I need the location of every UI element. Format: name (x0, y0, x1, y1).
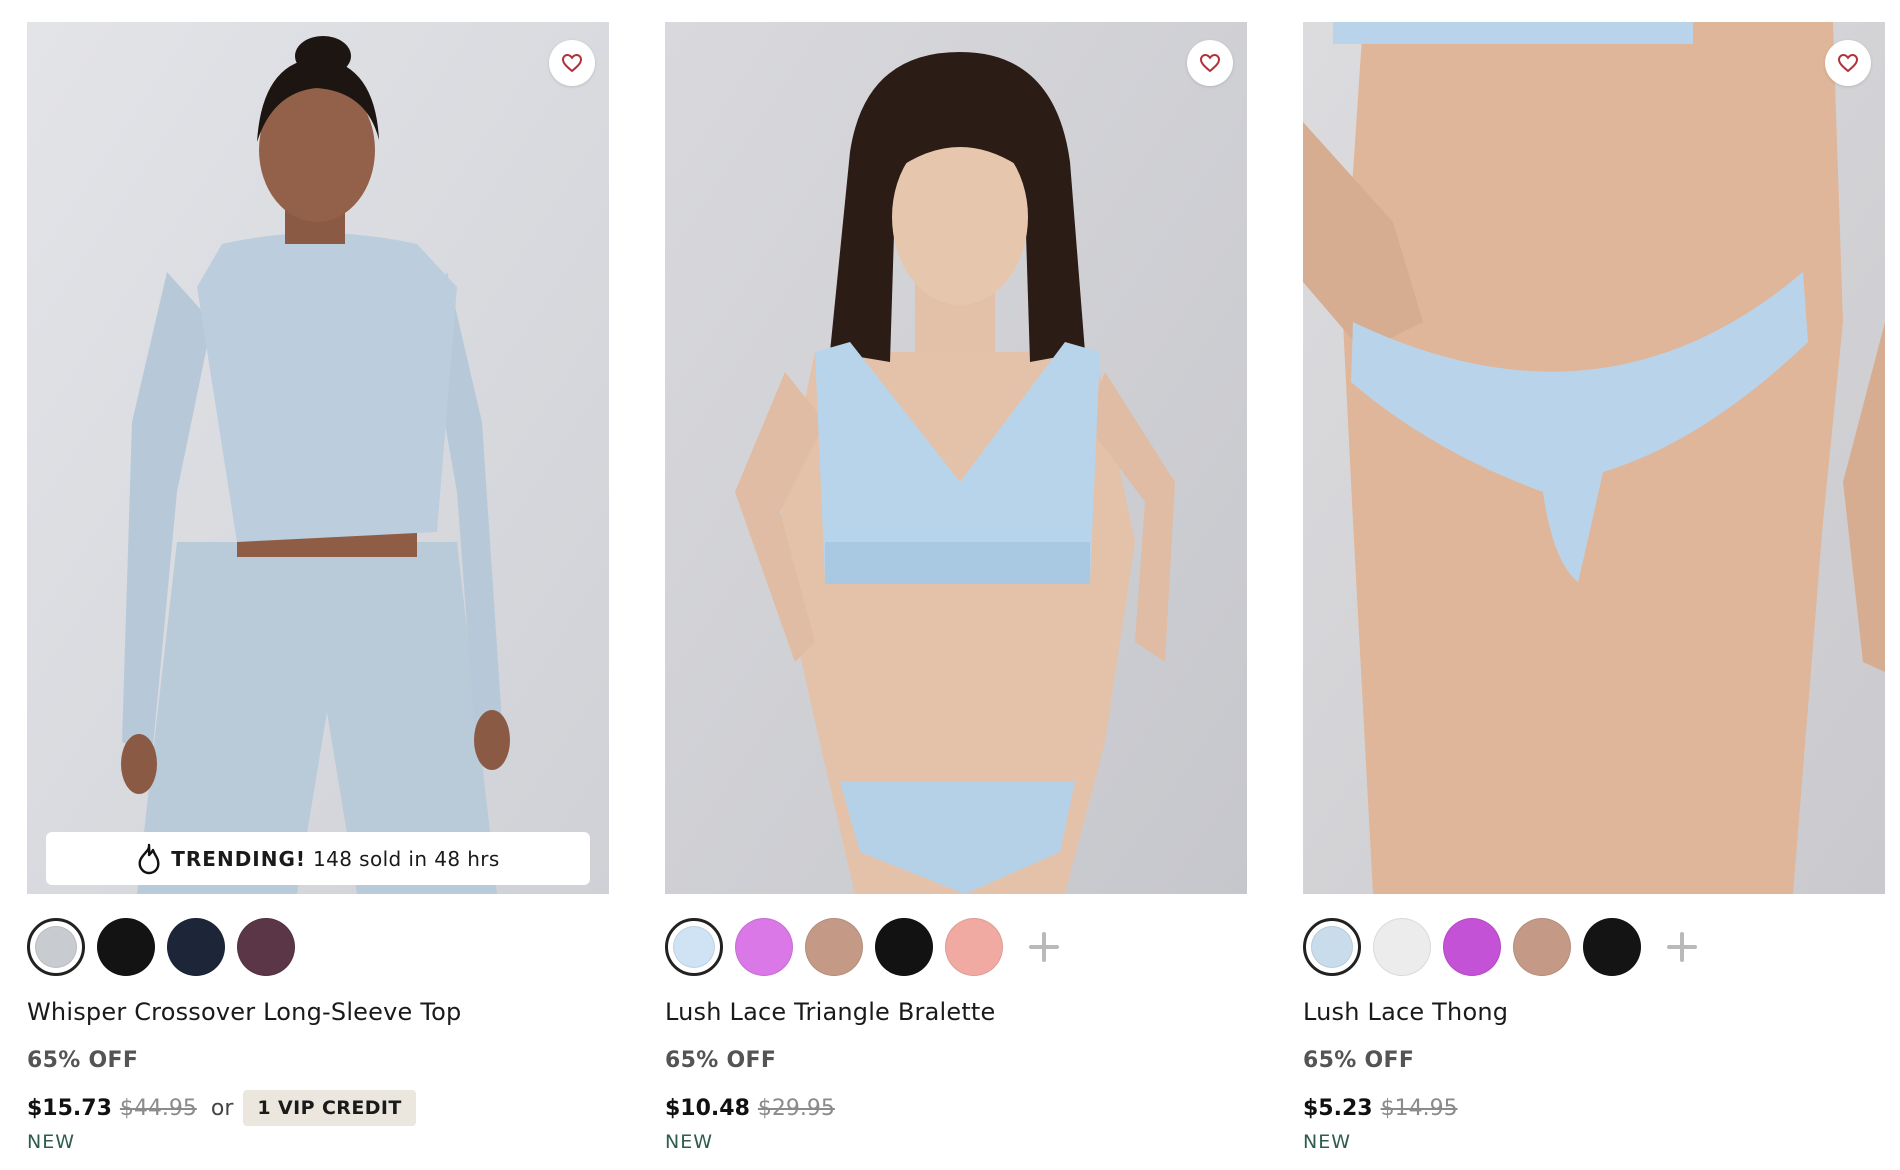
swatch-color (1311, 926, 1353, 968)
swatch-color (1373, 918, 1431, 976)
vip-credit-badge: 1 VIP CREDIT (243, 1090, 416, 1126)
product-card[interactable]: Lush Lace Triangle Bralette 65% OFF $10.… (665, 22, 1247, 1153)
model-photo (1303, 22, 1885, 894)
swatch-color (1583, 918, 1641, 976)
product-grid: TRENDING! 148 sold in 48 hrs Whisper Cro… (0, 0, 1900, 1170)
or-text: or (210, 1095, 234, 1121)
price-line: $15.73 $44.95 or 1 VIP CREDIT (27, 1089, 609, 1127)
color-swatch-light-blue[interactable] (1303, 918, 1361, 976)
swatch-color (673, 926, 715, 968)
swatch-color (237, 918, 295, 976)
new-badge: NEW (1303, 1131, 1352, 1153)
sale-price: $15.73 (27, 1095, 112, 1121)
color-swatch-plum[interactable] (237, 918, 295, 976)
color-swatch-white[interactable] (1373, 918, 1431, 976)
discount-label: 65% OFF (665, 1048, 777, 1073)
sale-price: $5.23 (1303, 1095, 1373, 1121)
swatch-color (805, 918, 863, 976)
color-swatch-gray[interactable] (27, 918, 85, 976)
color-swatch-nude[interactable] (1513, 918, 1571, 976)
more-colors-button[interactable] (1653, 918, 1711, 976)
trending-banner: TRENDING! 148 sold in 48 hrs (46, 832, 590, 885)
original-price: $14.95 (1380, 1095, 1458, 1121)
discount-label: 65% OFF (27, 1048, 139, 1073)
heart-icon (1837, 53, 1859, 73)
color-swatches (1303, 916, 1885, 978)
color-swatch-black[interactable] (97, 918, 155, 976)
product-image[interactable]: TRENDING! 148 sold in 48 hrs (27, 22, 609, 894)
color-swatch-light-blue[interactable] (665, 918, 723, 976)
swatch-color (735, 918, 793, 976)
product-image[interactable] (1303, 22, 1885, 894)
new-badge: NEW (27, 1131, 76, 1153)
trending-text: 148 sold in 48 hrs (313, 846, 500, 871)
color-swatch-magenta[interactable] (1443, 918, 1501, 976)
discount-label: 65% OFF (1303, 1048, 1415, 1073)
product-name[interactable]: Lush Lace Triangle Bralette (665, 998, 1247, 1026)
favorite-button[interactable] (549, 40, 595, 86)
original-price: $29.95 (757, 1095, 835, 1121)
heart-icon (561, 53, 583, 73)
trending-label: TRENDING! (171, 846, 307, 871)
model-photo (27, 22, 609, 894)
swatch-color (875, 918, 933, 976)
color-swatch-black[interactable] (875, 918, 933, 976)
swatch-color (1513, 918, 1571, 976)
original-price: $44.95 (119, 1095, 197, 1121)
swatch-color (167, 918, 225, 976)
plus-icon (1667, 932, 1697, 962)
color-swatch-navy[interactable] (167, 918, 225, 976)
favorite-button[interactable] (1187, 40, 1233, 86)
flame-icon (138, 843, 160, 874)
heart-icon (1199, 53, 1221, 73)
plus-icon (1029, 932, 1059, 962)
swatch-color (945, 918, 1003, 976)
color-swatches (665, 916, 1247, 978)
favorite-button[interactable] (1825, 40, 1871, 86)
product-card[interactable]: TRENDING! 148 sold in 48 hrs Whisper Cro… (27, 22, 609, 1153)
product-card[interactable]: Lush Lace Thong 65% OFF $5.23 $14.95 NEW (1303, 22, 1885, 1153)
sale-price: $10.48 (665, 1095, 750, 1121)
swatch-color (35, 926, 77, 968)
model-photo (665, 22, 1247, 894)
new-badge: NEW (665, 1131, 714, 1153)
color-swatch-orchid[interactable] (735, 918, 793, 976)
color-swatches (27, 916, 609, 978)
color-swatch-nude[interactable] (805, 918, 863, 976)
product-name[interactable]: Lush Lace Thong (1303, 998, 1885, 1026)
product-name[interactable]: Whisper Crossover Long-Sleeve Top (27, 998, 609, 1026)
swatch-color (1443, 918, 1501, 976)
product-image[interactable] (665, 22, 1247, 894)
more-colors-button[interactable] (1015, 918, 1073, 976)
color-swatch-black[interactable] (1583, 918, 1641, 976)
price-line: $10.48 $29.95 (665, 1089, 1247, 1127)
price-line: $5.23 $14.95 (1303, 1089, 1885, 1127)
swatch-color (97, 918, 155, 976)
color-swatch-peach[interactable] (945, 918, 1003, 976)
